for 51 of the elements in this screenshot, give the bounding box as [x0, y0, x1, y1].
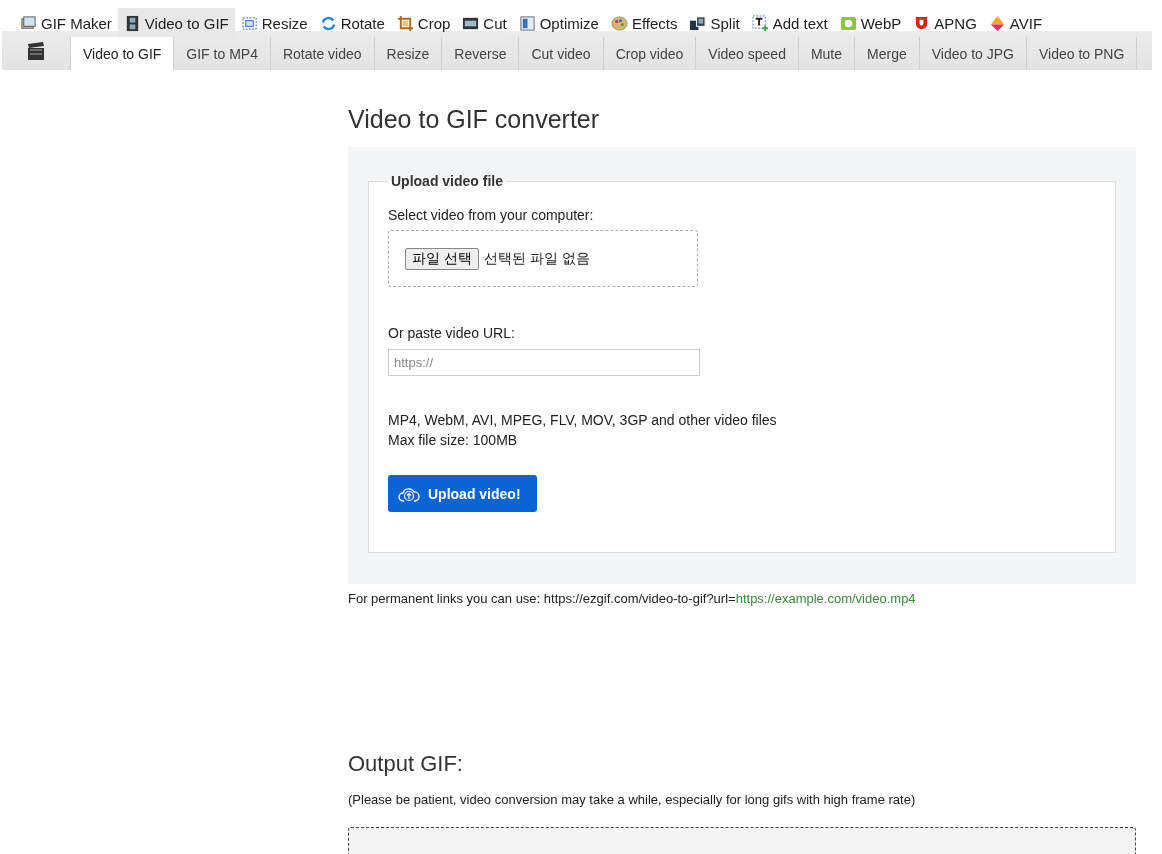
nav-link[interactable]: Crop [390, 8, 457, 39]
sub-tab[interactable]: Mute [798, 37, 856, 70]
nav-link[interactable]: Optimize [512, 8, 605, 39]
choose-file-button[interactable]: 파일 선택 [405, 247, 479, 270]
sub-tab[interactable]: Video to PNG [1027, 37, 1138, 70]
url-label: Or paste video URL: [388, 325, 516, 341]
sub-tab[interactable]: Crop video [603, 37, 697, 70]
url-input[interactable]: https:// [388, 349, 700, 376]
sub-tab[interactable]: Reverse [442, 37, 520, 70]
sub-tab[interactable]: Video to JPG [919, 37, 1027, 70]
file-label: Select video from your computer: [388, 207, 595, 223]
nav-icon [839, 15, 857, 32]
nav-link[interactable]: WebP [833, 8, 908, 39]
nav-icon [988, 15, 1006, 32]
nav-link[interactable]: APNG [907, 8, 983, 39]
nav-icon [319, 15, 337, 32]
nav-icon [610, 15, 628, 32]
sub-tab[interactable]: Merge [855, 37, 920, 70]
nav-link[interactable]: Cut [456, 8, 513, 39]
nav-icon [518, 15, 536, 32]
output-note: (Please be patient, video conversion may take a while, especially for long gifs with high frame rate) [348, 792, 917, 807]
max-size-text: Max file size: 100MB [388, 431, 519, 450]
nav-icon [20, 15, 37, 32]
output-heading: Output GIF: [348, 751, 464, 777]
file-drop-zone[interactable]: 파일 선택 선택된 파일 없음 [388, 230, 698, 287]
fieldset-legend: Upload video file [388, 173, 506, 189]
clapperboard-icon [26, 40, 46, 61]
nav-link[interactable]: Effects [604, 8, 684, 39]
nav-icon [751, 15, 769, 32]
file-status: 선택된 파일 없음 [483, 249, 590, 268]
nav-link[interactable]: Split [683, 8, 746, 39]
nav-icon [396, 15, 414, 32]
page-title: Video to GIF converter [348, 105, 601, 134]
nav-icon [240, 15, 258, 32]
nav-icon [689, 15, 707, 32]
sub-tab[interactable]: Resize [374, 37, 443, 70]
nav-link[interactable]: Resize [234, 8, 314, 39]
sub-tab[interactable]: Video to GIF [70, 37, 175, 70]
nav-link[interactable]: AVIF [982, 8, 1049, 39]
sub-tab[interactable]: Rotate video [270, 37, 375, 70]
sub-tab[interactable]: Video speed [696, 37, 799, 70]
nav-link[interactable]: Rotate [313, 8, 391, 39]
nav-icon [462, 15, 480, 32]
permanent-link-text: For permanent links you can use: https://ezgif.com/video-to-gif?url=https://example.com/video.mp4 [348, 591, 917, 606]
nav-link[interactable]: GIF Maker [14, 8, 118, 39]
sub-tab[interactable]: GIF to MP4 [174, 37, 271, 70]
formats-text: MP4, WebM, AVI, MPEG, FLV, MOV, 3GP and other video files [388, 411, 778, 430]
nav-link[interactable]: Add text [745, 8, 834, 39]
upload-button[interactable]: Upload video! [388, 475, 537, 512]
cloud-upload-icon [398, 485, 420, 502]
sub-tab[interactable]: Cut video [519, 37, 604, 70]
